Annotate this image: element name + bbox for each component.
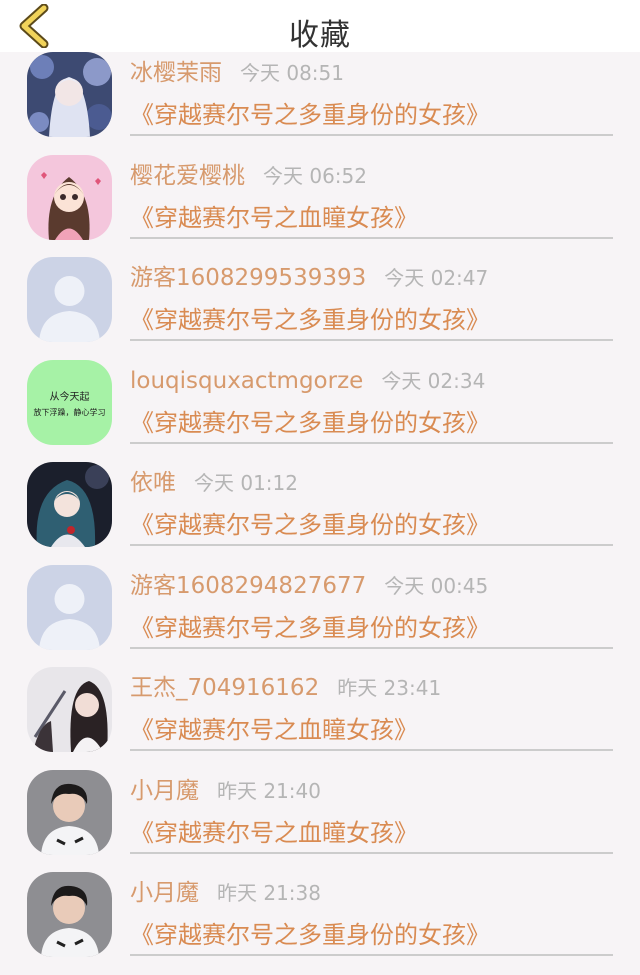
avatar	[27, 257, 112, 342]
row-header: 游客1608299539393 今天 02:47	[130, 261, 488, 297]
list-item[interactable]: 樱花爱樱桃 今天 06:52 《穿越赛尔号之血瞳女孩》	[0, 154, 640, 258]
username[interactable]: 王杰_704916162	[130, 675, 319, 701]
favorites-list: 冰樱茉雨 今天 08:51 《穿越赛尔号之多重身份的女孩》 樱花爱樱桃 今天 06:…	[0, 52, 640, 975]
book-title-link[interactable]: 《穿越赛尔号之血瞳女孩》	[130, 201, 418, 235]
list-item[interactable]: 依唯 今天 01:12 《穿越赛尔号之多重身份的女孩》	[0, 462, 640, 565]
divider	[130, 851, 613, 854]
username[interactable]: 冰樱茉雨	[130, 60, 222, 86]
divider	[130, 236, 613, 239]
row-header: 依唯 今天 01:12	[130, 466, 298, 502]
username[interactable]: 樱花爱樱桃	[130, 163, 245, 189]
default-person-icon	[27, 257, 112, 342]
username[interactable]: 小月魔	[130, 880, 199, 906]
book-title-link[interactable]: 《穿越赛尔号之多重身份的女孩》	[130, 611, 490, 645]
avatar	[27, 154, 112, 240]
timestamp: 今天 02:34	[381, 368, 486, 393]
list-item[interactable]: 小月魔 昨天 21:40 《穿越赛尔号之血瞳女孩》	[0, 769, 640, 873]
row-header: 小月魔 昨天 21:38	[130, 876, 321, 912]
default-person-icon	[27, 564, 112, 650]
timestamp: 今天 08:51	[240, 61, 344, 85]
username[interactable]: louqisquxactmgorze	[130, 368, 363, 394]
timestamp: 昨天 21:40	[217, 778, 321, 803]
avatar: 从今天起 放下浮躁，静心学习	[27, 359, 112, 445]
avatar	[27, 872, 112, 957]
list-item[interactable]: 冰樱茉雨 今天 08:51 《穿越赛尔号之多重身份的女孩》	[0, 52, 640, 155]
book-title-link[interactable]: 《穿越赛尔号之多重身份的女孩》	[130, 406, 490, 440]
row-header: 游客1608294827677 今天 00:45	[130, 569, 488, 605]
list-item[interactable]: 王杰_704916162 昨天 23:41 《穿越赛尔号之血瞳女孩》	[0, 667, 640, 770]
avatar	[27, 769, 112, 855]
timestamp: 今天 01:12	[194, 471, 298, 495]
book-title-link[interactable]: 《穿越赛尔号之多重身份的女孩》	[130, 508, 490, 542]
username[interactable]: 游客1608294827677	[130, 573, 366, 599]
book-title-link[interactable]: 《穿越赛尔号之多重身份的女孩》	[130, 303, 490, 337]
timestamp: 昨天 21:38	[217, 881, 321, 905]
avatar-caption: 放下浮躁，静心学习	[33, 407, 106, 417]
timestamp: 今天 06:52	[263, 163, 367, 188]
row-header: 冰樱茉雨 今天 08:51	[130, 56, 344, 92]
row-header: 樱花爱樱桃 今天 06:52	[130, 159, 367, 195]
divider	[130, 134, 613, 136]
timestamp: 昨天 23:41	[337, 676, 442, 700]
book-title-link[interactable]: 《穿越赛尔号之血瞳女孩》	[130, 816, 418, 850]
avatar	[27, 564, 112, 650]
timestamp: 今天 02:47	[384, 266, 489, 290]
row-header: 小月魔 昨天 21:40	[130, 774, 321, 810]
username[interactable]: 依唯	[130, 470, 176, 496]
list-item[interactable]: 小月魔 昨天 21:38 《穿越赛尔号之多重身份的女孩》	[0, 872, 640, 975]
book-title-link[interactable]: 《穿越赛尔号之多重身份的女孩》	[130, 918, 490, 952]
page-title: 收藏	[289, 18, 351, 53]
divider	[130, 749, 613, 751]
list-item[interactable]: 游客1608299539393 今天 02:47 《穿越赛尔号之多重身份的女孩》	[0, 257, 640, 360]
book-title-link[interactable]: 《穿越赛尔号之多重身份的女孩》	[130, 98, 490, 132]
header-bar: 收藏	[0, 0, 640, 53]
username[interactable]: 游客1608299539393	[130, 265, 366, 291]
list-item[interactable]: 从今天起 放下浮躁，静心学习 louqisquxactmgorze 今天 02:3…	[0, 359, 640, 463]
avatar	[27, 52, 112, 137]
avatar	[27, 462, 112, 547]
avatar	[27, 667, 112, 752]
avatar-caption: 从今天起	[49, 391, 90, 403]
divider	[130, 954, 613, 956]
username[interactable]: 小月魔	[130, 778, 199, 804]
divider	[130, 646, 613, 649]
timestamp: 今天 00:45	[384, 573, 489, 598]
divider	[130, 544, 613, 546]
divider	[130, 339, 613, 341]
book-title-link[interactable]: 《穿越赛尔号之血瞳女孩》	[130, 713, 418, 747]
list-item[interactable]: 游客1608294827677 今天 00:45 《穿越赛尔号之多重身份的女孩》	[0, 564, 640, 668]
divider	[130, 441, 613, 444]
row-header: louqisquxactmgorze 今天 02:34	[130, 364, 485, 400]
row-header: 王杰_704916162 昨天 23:41	[130, 671, 441, 707]
